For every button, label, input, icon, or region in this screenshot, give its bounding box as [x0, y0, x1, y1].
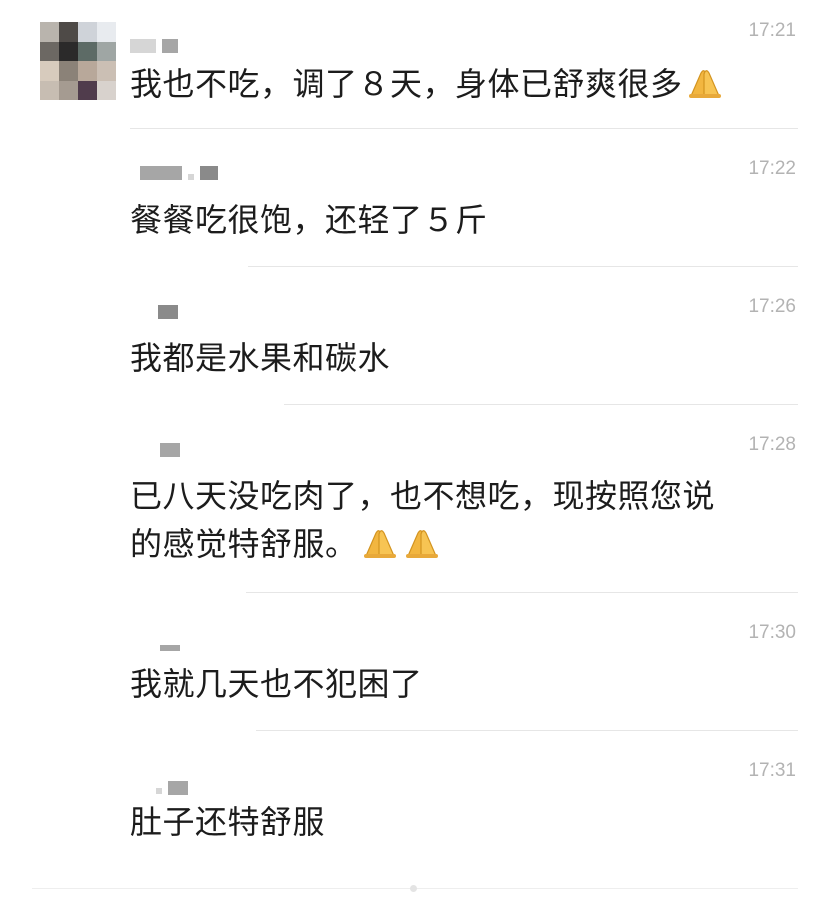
message-divider	[246, 592, 798, 593]
folded-hands-icon	[363, 530, 396, 558]
message-timestamp: 17:26	[748, 296, 796, 317]
message-timestamp: 17:31	[748, 760, 796, 781]
sender-name-blurred	[158, 304, 178, 320]
message-text: 我也不吃，调了８天，身体已舒爽很多	[130, 60, 725, 108]
sender-name-blurred	[160, 442, 180, 458]
message-divider	[256, 730, 798, 731]
message-text: 肚子还特舒服	[130, 803, 326, 841]
message-text: 已八天没吃肉了，也不想吃，现按照您说 的感觉特舒服。	[130, 472, 715, 568]
folded-hands-icon	[405, 530, 438, 558]
chat-history: 17:21 我也不吃，调了８天，身体已舒爽很多 17:22 餐餐吃很饱，还轻了５…	[0, 0, 828, 917]
folded-hands-icon	[688, 70, 721, 98]
message-text-content: 我也不吃，调了８天，身体已舒爽很多	[130, 65, 683, 103]
message-divider	[130, 128, 798, 129]
avatar[interactable]	[40, 22, 116, 100]
message-text-line: 的感觉特舒服。	[130, 520, 715, 568]
sender-name-blurred	[140, 165, 218, 181]
sender-name-blurred	[130, 38, 178, 54]
sender-name-blurred	[160, 640, 180, 656]
message-text-content: 的感觉特舒服。	[130, 525, 358, 563]
sender-name-blurred	[156, 780, 188, 796]
scroll-indicator-dot	[410, 885, 417, 892]
message-timestamp: 17:30	[748, 622, 796, 643]
message-text: 餐餐吃很饱，还轻了５斤	[130, 201, 488, 239]
message-timestamp: 17:28	[748, 434, 796, 455]
message-divider	[248, 266, 798, 267]
message-text-line: 已八天没吃肉了，也不想吃，现按照您说	[130, 477, 716, 515]
message-divider	[284, 404, 798, 405]
message-timestamp: 17:21	[748, 20, 796, 41]
message-text: 我就几天也不犯困了	[130, 665, 423, 703]
message-text: 我都是水果和碳水	[130, 339, 391, 377]
message-timestamp: 17:22	[748, 158, 796, 179]
